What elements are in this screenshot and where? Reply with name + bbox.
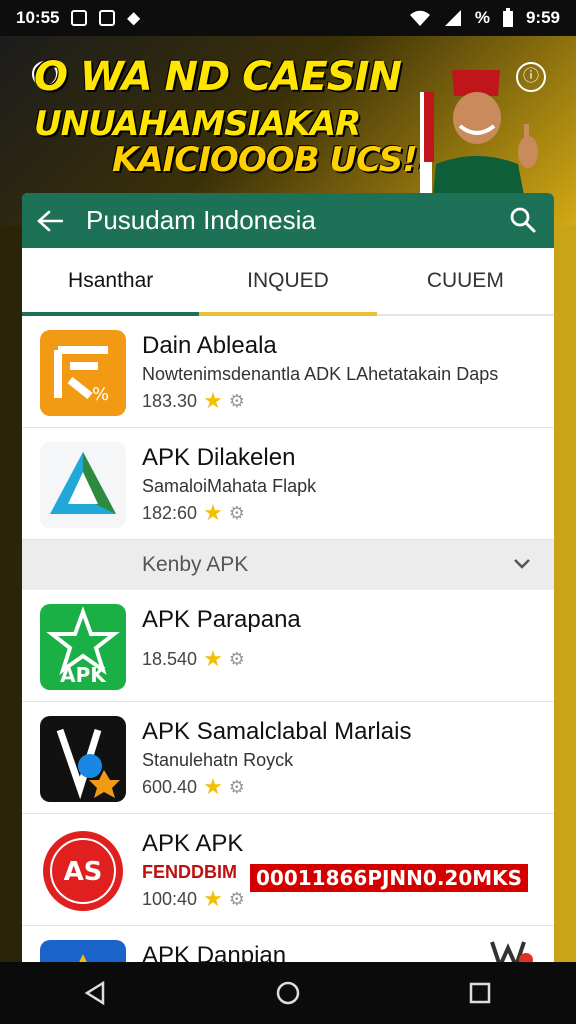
banner-line-3: KAICIOOOB UCS!! [112, 140, 432, 180]
tab-hsanthar[interactable]: Hsanthar [22, 248, 200, 316]
list-item[interactable]: APK APK Parapana 18.540 ★ ⚙ [22, 590, 554, 702]
system-nav-bar [0, 962, 576, 1024]
gear-icon: ⚙ [228, 390, 245, 411]
app-name: Dain Ableala [142, 332, 277, 359]
page-title: Pusudam Indonesia [86, 205, 316, 235]
section-label: Kenby APK [142, 553, 249, 576]
app-subtitle: SamaloiMahata Flapk [142, 476, 317, 496]
app-rating: 183.30 [142, 390, 198, 411]
gear-icon: ⚙ [228, 648, 245, 669]
gear-icon: ⚙ [228, 888, 245, 909]
tab-bar: Hsanthar INQUED CUUEM [22, 248, 554, 316]
app-rating: 100:40 [142, 888, 198, 909]
app-header: Pusudam Indonesia [22, 193, 554, 248]
app-subtitle: Stanulehatn Royck [142, 750, 294, 770]
nav-back-icon[interactable] [83, 980, 109, 1006]
app-meta: 100:40 ★ ⚙ [142, 886, 245, 912]
list-item[interactable]: APK Danpian [22, 926, 554, 962]
diamond-icon: ◆ [127, 10, 140, 27]
list-item[interactable]: APK Samalclabal Marlais Stanulehatn Royc… [22, 702, 554, 814]
list-item[interactable]: APK Dilakelen SamaloiMahata Flapk 182:60… [22, 428, 554, 540]
back-arrow-icon[interactable] [30, 201, 70, 241]
left-frame [0, 226, 22, 962]
gallery-icon [71, 10, 88, 26]
chevron-down-icon[interactable] [512, 553, 532, 573]
app-rating: 600.40 [142, 776, 198, 797]
app-meta: 183.30 ★ ⚙ [142, 388, 245, 414]
apk-orange-icon: % [40, 330, 126, 416]
gear-icon: ⚙ [228, 502, 245, 523]
app-store-panel: Pusudam Indonesia Hsanthar INQUED CUUEM … [22, 193, 554, 962]
tab-label: Hsanthar [68, 269, 154, 292]
apk-black-icon [40, 716, 126, 802]
tab-inqued[interactable]: INQUED [199, 248, 377, 316]
tab-label: INQUED [247, 269, 329, 292]
app-meta: 600.40 ★ ⚙ [142, 774, 245, 800]
apk-green-star-icon: APK [40, 604, 126, 690]
banner-line-1: O WA ND CAESIN [34, 54, 402, 100]
star-icon: ★ [203, 500, 223, 525]
icon-label: APK [60, 663, 107, 687]
nav-home-icon[interactable] [275, 980, 301, 1006]
list-item[interactable]: % Dain Ableala Nowtenimsdenantla ADK LAh… [22, 316, 554, 428]
banner-line-2: UNUAHAMSIAKAR [34, 104, 361, 144]
gear-icon: ⚙ [228, 776, 245, 797]
nav-recents-icon[interactable] [467, 980, 493, 1006]
star-icon: ★ [203, 774, 223, 799]
status-bar: 10:55 ◆ % 9:59 [0, 0, 576, 36]
star-icon: ★ [203, 388, 223, 413]
app-name: APK Parapana [142, 606, 301, 633]
star-icon: ★ [203, 886, 223, 911]
app-subtitle: Nowtenimsdenantla ADK LAhetatakain Daps [142, 364, 499, 384]
star-icon: ★ [203, 646, 223, 671]
app-name: APK Danpian [142, 942, 287, 962]
app-rating: 182:60 [142, 502, 198, 523]
app-meta: 18.540 ★ ⚙ [142, 646, 245, 672]
app-name: APK APK [142, 830, 244, 857]
tab-label: CUUEM [426, 269, 504, 292]
signal-icon [444, 10, 461, 26]
status-time-left: 10:55 [16, 8, 60, 27]
app-name: APK Dilakelen [142, 444, 296, 471]
search-icon[interactable] [506, 203, 540, 237]
banner-info-icon[interactable]: ⓘ [516, 62, 546, 92]
apk-blue-icon [40, 940, 126, 962]
app-subtitle: FENDDBIM [142, 862, 237, 882]
apk-red-circle-icon: AS [40, 828, 126, 914]
app-meta: 182:60 ★ ⚙ [142, 500, 245, 526]
app-rating: 18.540 [142, 648, 198, 669]
battery-icon [502, 8, 513, 27]
svg-text:%: % [92, 384, 109, 405]
tab-cuuem[interactable]: CUUEM [377, 248, 554, 314]
app-name: APK Samalclabal Marlais [142, 718, 412, 745]
square-icon [99, 10, 116, 26]
apk-blue-triangle-icon [40, 442, 126, 528]
promo-overlay-text: 00011866PJNN0.20MKS [250, 864, 529, 892]
w-logo-icon [490, 941, 533, 962]
icon-label: AS [64, 857, 103, 887]
section-header[interactable]: Kenby APK [22, 540, 554, 590]
right-frame [554, 226, 576, 962]
status-time-right: 9:59 [525, 8, 560, 27]
percent-icon: % [474, 8, 490, 27]
wifi-icon [409, 10, 430, 26]
